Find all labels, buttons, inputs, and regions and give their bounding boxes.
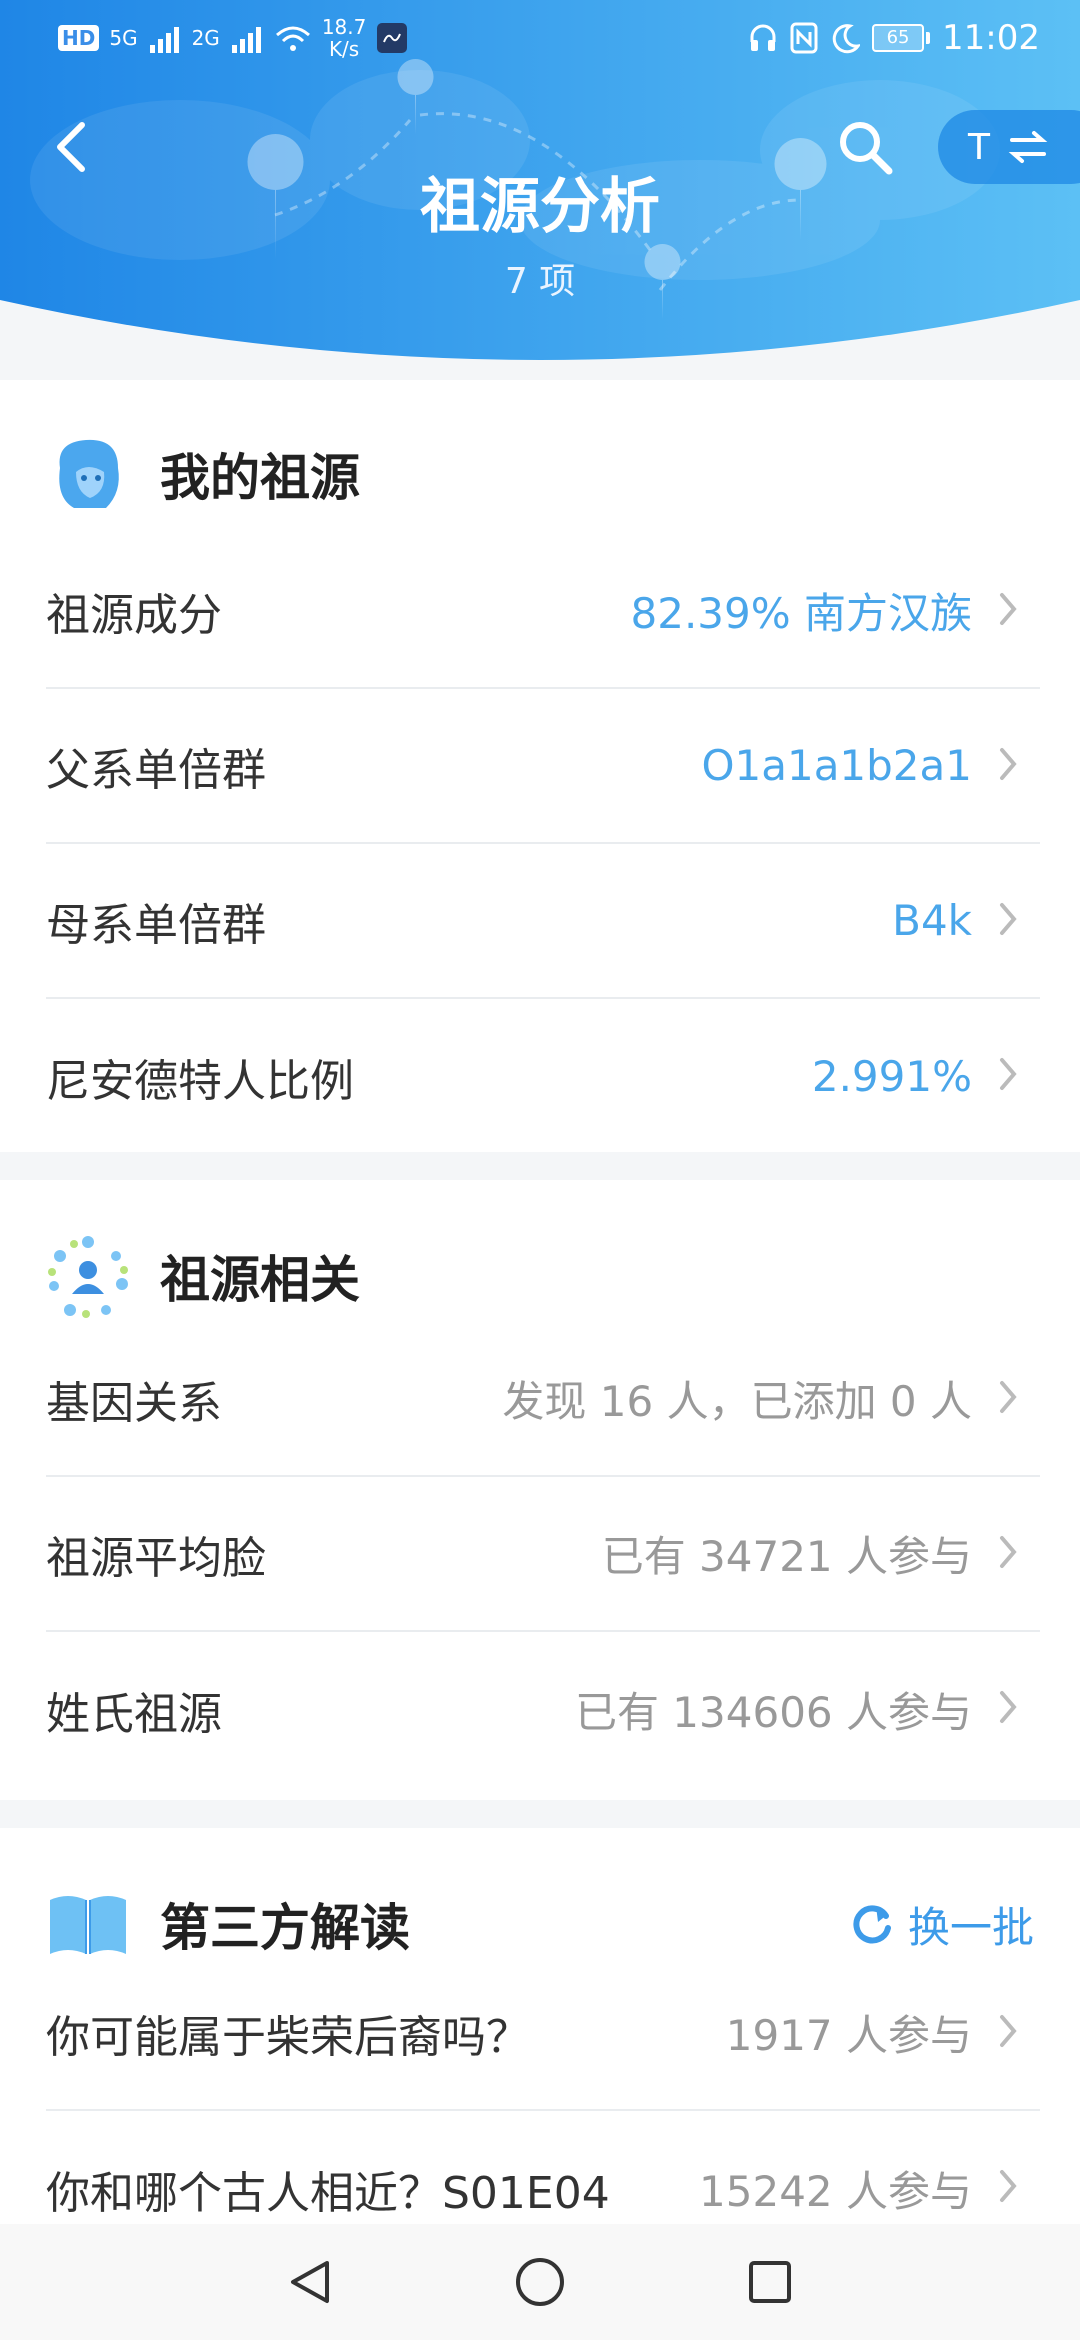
chevron-right-icon [1000, 903, 1017, 935]
row-label: 母系单倍群 [46, 899, 266, 951]
row-label: 尼安德特人比例 [46, 1055, 354, 1107]
nav-back-button[interactable] [270, 2242, 350, 2322]
row-label: 父系单倍群 [46, 744, 266, 796]
headphones-icon [750, 24, 776, 51]
page-subtitle: 7 项 [504, 261, 576, 302]
row-label: 姓氏祖源 [46, 1688, 222, 1740]
row-value: 已有 34721 人参与 [601, 1532, 972, 1581]
refresh-batch-button[interactable]: 换一批 [850, 1894, 1034, 1955]
nav-recents-button[interactable] [730, 2242, 810, 2322]
battery-level: 65 [872, 24, 925, 52]
related-title: 祖源相关 [160, 1251, 360, 1309]
signal-icon-2 [231, 27, 261, 53]
ancestor-face-icon [59, 439, 119, 508]
open-book-icon [50, 1896, 126, 1954]
chevron-right-icon [1000, 1691, 1017, 1723]
related-card: 祖源相关 基因关系 发现 16 人，已添加 0 人 祖源平均脸 已有 34721… [0, 1180, 1080, 1800]
row-label: 基因关系 [46, 1377, 222, 1429]
row-surname-ancestry[interactable]: 姓氏祖源 已有 134606 人参与 [46, 1632, 1040, 1787]
status-time: 11:02 [942, 18, 1040, 58]
chevron-right-icon [1000, 2170, 1017, 2202]
signal-5g-label: 5G [109, 26, 138, 50]
row-neanderthal-ratio[interactable]: 尼安德特人比例 2.991% [46, 999, 1040, 1154]
circle-home-icon [516, 2258, 564, 2306]
row-label: 你可能属于柴荣后裔吗？ [46, 2011, 530, 2063]
row-value: O1a1a1b2a1 [701, 741, 972, 790]
chevron-right-icon [1000, 748, 1017, 780]
row-maternal-haplogroup[interactable]: 母系单倍群 B4k [46, 844, 1040, 999]
status-bar: HD 5G 2G 18.7 K/s 65 11:02 [0, 0, 1080, 80]
chevron-right-icon [1000, 1381, 1017, 1413]
my-ancestry-header: 我的祖源 [0, 414, 1080, 534]
row-value: 已有 134606 人参与 [574, 1688, 972, 1737]
status-right: 65 11:02 [748, 18, 1040, 58]
row-value: 15242 人参与 [699, 2167, 972, 2216]
app-notification-icon [377, 23, 408, 53]
chevron-right-icon [1000, 593, 1017, 625]
moon-icon [832, 24, 861, 54]
triangle-back-icon [291, 2261, 329, 2303]
nav-home-button[interactable] [500, 2242, 580, 2322]
row-label: 祖源成分 [46, 589, 222, 641]
refresh-icon [853, 1905, 891, 1944]
related-header: 祖源相关 [0, 1216, 1080, 1336]
battery-icon: 65 [872, 24, 931, 52]
row-label: 祖源平均脸 [46, 1532, 266, 1584]
chevron-right-icon [1000, 1536, 1017, 1568]
net-speed-unit: K/s [328, 37, 360, 61]
signal-2g-label: 2G [191, 26, 220, 50]
header: HD 5G 2G 18.7 K/s 65 11:02 T 祖源分析 7 项 [0, 0, 1080, 380]
row-value: 2.991% [811, 1052, 972, 1101]
row-value: B4k [892, 896, 972, 945]
wifi-icon [275, 26, 310, 51]
row-label: 你和哪个古人相近？S01E04 [46, 2167, 610, 2219]
hd-badge: HD [58, 25, 100, 51]
signal-icon [149, 27, 179, 53]
people-network-icon [48, 1236, 128, 1318]
row-chai-rong-descendant[interactable]: 你可能属于柴荣后裔吗？ 1917 人参与 [46, 1956, 1040, 2111]
row-value: 发现 16 人，已添加 0 人 [502, 1377, 972, 1426]
third-party-title: 第三方解读 [160, 1899, 410, 1957]
row-average-face[interactable]: 祖源平均脸 已有 34721 人参与 [46, 1477, 1040, 1632]
my-ancestry-card: 我的祖源 祖源成分 82.39% 南方汉族 父系单倍群 O1a1a1b2a1 母… [0, 380, 1080, 1152]
row-value: 1917 人参与 [725, 2011, 972, 2060]
row-paternal-haplogroup[interactable]: 父系单倍群 O1a1a1b2a1 [46, 689, 1040, 844]
chevron-right-icon [1000, 1058, 1017, 1090]
network-speed: 18.7 K/s [322, 16, 367, 60]
net-speed-value: 18.7 [321, 15, 367, 39]
row-value: 82.39% 南方汉族 [630, 589, 973, 638]
row-gene-relationship[interactable]: 基因关系 发现 16 人，已添加 0 人 [46, 1322, 1040, 1477]
nfc-icon [790, 22, 818, 54]
my-ancestry-title: 我的祖源 [160, 449, 360, 507]
row-ancestry-composition[interactable]: 祖源成分 82.39% 南方汉族 [46, 534, 1040, 689]
refresh-label: 换一批 [907, 1902, 1034, 1952]
page-title: 祖源分析 [420, 172, 660, 242]
square-recents-icon [749, 2261, 791, 2303]
status-left: HD 5G 2G 18.7 K/s [58, 16, 408, 60]
system-navigation-bar [0, 2224, 1080, 2340]
chevron-right-icon [1000, 2015, 1017, 2047]
